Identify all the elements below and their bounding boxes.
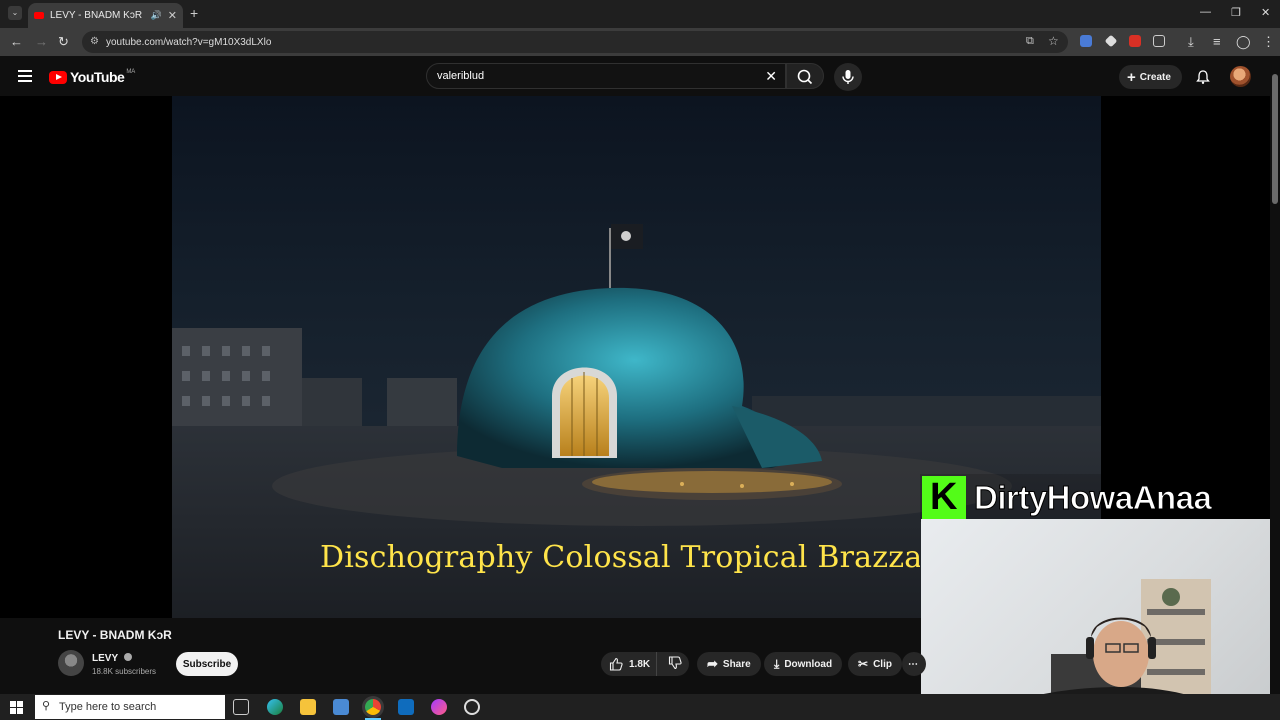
- more-icon: ⋯: [908, 658, 918, 670]
- tab-close-icon[interactable]: ✕: [168, 9, 177, 22]
- clip-button[interactable]: ✂ Clip: [848, 652, 902, 676]
- install-app-icon[interactable]: ⧉: [1026, 35, 1034, 48]
- video-title: LEVY - BNADM KɔR: [58, 628, 172, 642]
- chrome-icon[interactable]: [365, 699, 381, 715]
- country-code: MA: [126, 69, 136, 75]
- taskbar-search-placeholder: Type here to search: [59, 701, 157, 713]
- back-icon[interactable]: ←: [10, 34, 23, 49]
- plus-icon: +: [1127, 68, 1136, 86]
- thumbs-down-icon: [668, 655, 682, 669]
- dislike-button[interactable]: [662, 655, 682, 673]
- extension-diamond-icon[interactable]: [1104, 34, 1118, 48]
- youtube-play-icon: [49, 70, 67, 84]
- share-label: Share: [722, 658, 751, 670]
- menu-hamburger-icon[interactable]: [18, 70, 32, 82]
- edge-icon[interactable]: [267, 699, 283, 715]
- browser-toolbar: ← → ↻ ⚙ youtube.com/watch?v=gM10X3dLXlo …: [0, 28, 1280, 56]
- youtube-header: YouTube MA valeriblud ✕ + Create: [0, 56, 1280, 96]
- thumbs-up-icon: [609, 657, 623, 671]
- webcam-overlay: [921, 519, 1280, 720]
- browser-tab[interactable]: LEVY - BNADM KɔR - YouTube 🔊 ✕: [28, 3, 183, 28]
- search-input[interactable]: valeriblud ✕: [426, 63, 786, 89]
- channel-name[interactable]: LEVY: [92, 653, 132, 664]
- audio-playing-icon[interactable]: 🔊: [151, 10, 162, 21]
- youtube-logo[interactable]: YouTube MA: [49, 69, 135, 85]
- scissors-icon: ✂: [858, 657, 869, 671]
- windows-start-icon[interactable]: [10, 701, 23, 714]
- downloads-icon[interactable]: ⤓: [1188, 34, 1194, 50]
- share-button[interactable]: ➦ Share: [697, 652, 761, 676]
- download-label: Download: [784, 658, 833, 670]
- bookmark-star-icon[interactable]: ☆: [1048, 34, 1059, 48]
- page-scrollbar[interactable]: [1270, 62, 1280, 694]
- translate-extension-icon[interactable]: [1080, 35, 1092, 47]
- tab-title: LEVY - BNADM KɔR - YouTube: [50, 10, 145, 21]
- create-label: Create: [1139, 71, 1171, 83]
- search-button[interactable]: [786, 63, 824, 89]
- tab-search-icon[interactable]: ⌄: [8, 6, 22, 20]
- webcam-feed: [981, 579, 1241, 720]
- create-button[interactable]: + Create: [1119, 65, 1182, 89]
- address-bar[interactable]: ⚙ youtube.com/watch?v=gM10X3dLXlo ⧉ ☆: [82, 31, 1068, 53]
- minimize-icon[interactable]: —: [1200, 6, 1211, 18]
- download-button[interactable]: ⤓ Download: [764, 652, 843, 676]
- kick-logo-letter: K: [930, 476, 958, 518]
- stream-brand-overlay: K DirtyHowaAnaa: [920, 474, 1280, 522]
- subscribe-button[interactable]: Subscribe: [176, 652, 238, 676]
- streamer-name: DirtyHowaAnaa: [973, 479, 1212, 517]
- task-view-icon[interactable]: [233, 699, 249, 715]
- browser-tab-strip: ⌄ LEVY - BNADM KɔR - YouTube 🔊 ✕ + — ❐ ✕: [0, 0, 1280, 28]
- like-dislike-group: 1.8K: [601, 652, 689, 676]
- outlook-icon[interactable]: [398, 699, 414, 715]
- messenger-icon[interactable]: [431, 699, 447, 715]
- like-count: 1.8K: [629, 658, 651, 670]
- voice-search-button[interactable]: [834, 63, 862, 91]
- channel-name-text: LEVY: [92, 653, 118, 664]
- more-actions-button[interactable]: ⋯: [902, 652, 926, 676]
- close-icon[interactable]: ✕: [1261, 6, 1270, 19]
- kick-logo: K: [922, 476, 966, 520]
- notifications-bell-icon[interactable]: [1195, 69, 1211, 90]
- media-control-icon[interactable]: ≡: [1213, 34, 1221, 49]
- verified-badge-icon: [123, 653, 132, 661]
- obs-icon[interactable]: [464, 699, 480, 715]
- new-tab-icon[interactable]: +: [190, 5, 198, 21]
- reload-icon[interactable]: ↻: [58, 34, 69, 50]
- account-avatar[interactable]: [1230, 66, 1251, 87]
- search-icon: [797, 69, 813, 85]
- subscriber-count: 18.8K subscribers: [92, 667, 157, 676]
- profile-icon[interactable]: ◯: [1236, 34, 1251, 50]
- restore-icon[interactable]: ❐: [1231, 6, 1241, 19]
- clip-label: Clip: [873, 658, 892, 670]
- scrollbar-thumb[interactable]: [1272, 74, 1278, 204]
- clear-search-icon[interactable]: ✕: [765, 68, 777, 85]
- chrome-menu-icon[interactable]: ⋮: [1262, 34, 1275, 50]
- taskbar-search-input[interactable]: ⚲ Type here to search: [35, 695, 225, 719]
- youtube-favicon-icon: [34, 12, 44, 19]
- like-button[interactable]: 1.8K: [601, 652, 657, 676]
- windows-taskbar: ⚲ Type here to search: [0, 694, 1280, 720]
- url-text: youtube.com/watch?v=gM10X3dLXlo: [106, 36, 272, 48]
- download-icon: ⤓: [774, 656, 780, 671]
- file-explorer-icon[interactable]: [300, 699, 316, 715]
- microphone-icon: [842, 70, 854, 84]
- taskbar-search-icon: ⚲: [42, 700, 51, 712]
- youtube-logo-text: YouTube: [70, 69, 125, 85]
- forward-icon[interactable]: →: [35, 34, 48, 49]
- extension-red-icon[interactable]: [1129, 35, 1141, 47]
- share-icon: ➦: [707, 656, 718, 671]
- video-subtitle: Dischography Colossal Tropical Brazzavil: [320, 540, 920, 575]
- extensions-puzzle-icon[interactable]: [1153, 35, 1165, 47]
- search-value: valeriblud: [437, 70, 485, 82]
- store-icon[interactable]: [333, 699, 349, 715]
- channel-avatar[interactable]: [58, 650, 84, 676]
- site-info-icon[interactable]: ⚙: [90, 36, 99, 47]
